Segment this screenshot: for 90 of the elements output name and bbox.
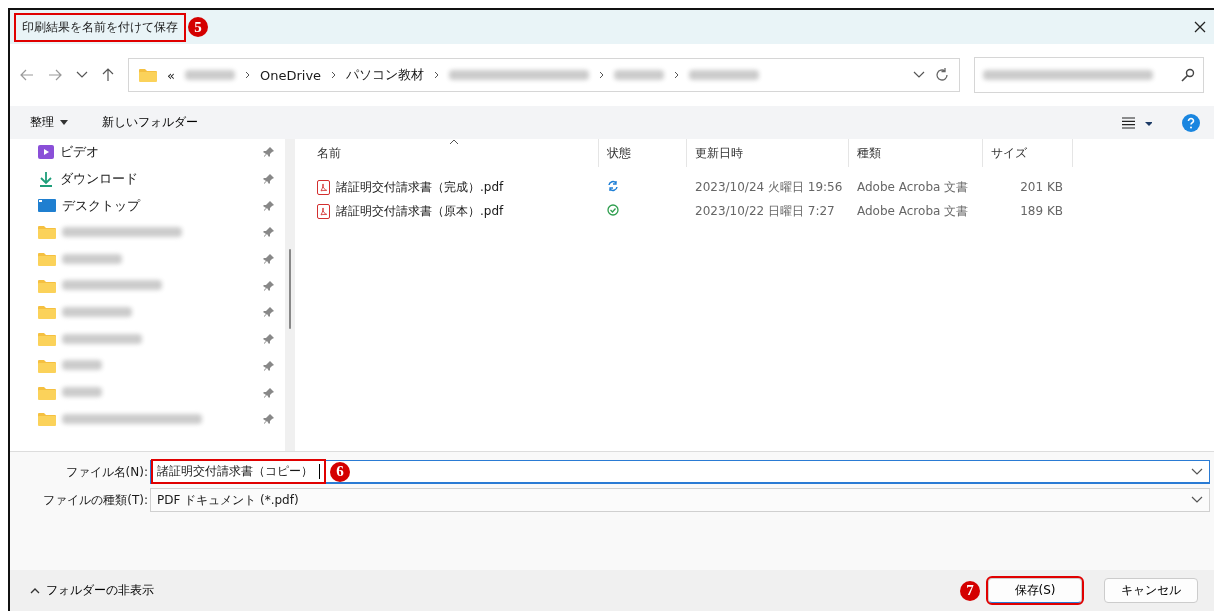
folder-icon <box>38 225 56 240</box>
callout-number: 6 <box>330 461 350 482</box>
desktop-icon <box>38 199 56 213</box>
folder-icon <box>38 278 56 293</box>
check-circle-icon <box>607 203 619 216</box>
organize-menu[interactable]: 整理 <box>28 112 70 133</box>
address-dropdown-icon[interactable] <box>913 71 925 79</box>
breadcrumb-separator-icon <box>331 71 337 79</box>
modified-date: 2023/10/22 日曜日 7:27 <box>694 202 836 220</box>
search-field[interactable] <box>974 57 1204 93</box>
search-icon[interactable] <box>1181 68 1195 82</box>
pdf-file-icon <box>317 203 330 219</box>
dropdown-chevron-icon[interactable] <box>1191 496 1203 504</box>
video-icon <box>38 145 54 160</box>
column-header[interactable]: 状態 <box>599 139 687 167</box>
filetype-dropdown[interactable]: PDF ドキュメント (*.pdf) <box>150 488 1210 512</box>
close-icon[interactable] <box>1194 21 1206 33</box>
dropdown-chevron-icon[interactable] <box>1191 467 1203 476</box>
refresh-icon[interactable] <box>935 68 949 82</box>
view-menu-icon[interactable] <box>1122 116 1152 129</box>
column-header[interactable]: 更新日時 <box>687 139 849 167</box>
sidebar-item[interactable]: デスクトップ <box>62 196 257 215</box>
breadcrumb-item[interactable]: パソコン教材 <box>346 66 425 84</box>
filename-label: ファイル名(N): <box>64 463 149 481</box>
filetype-label: ファイルの種類(T): <box>42 491 149 509</box>
overflow-chevrons[interactable]: « <box>167 67 175 83</box>
folder-icon <box>38 358 56 373</box>
folder-icon <box>139 68 157 82</box>
pin-icon[interactable] <box>263 146 275 159</box>
callout-number: 5 <box>188 17 208 37</box>
pin-icon[interactable] <box>263 226 275 239</box>
breadcrumb-separator-icon <box>244 71 250 79</box>
breadcrumb-separator-icon <box>674 71 680 79</box>
download-icon <box>38 171 54 188</box>
pin-icon[interactable] <box>263 359 275 372</box>
file-type: Adobe Acroba 文書 <box>856 178 970 196</box>
scrollbar[interactable] <box>285 139 295 451</box>
pin-icon[interactable] <box>263 199 275 212</box>
blurred-folder-name <box>62 253 122 264</box>
blurred-breadcrumb <box>614 70 665 80</box>
pin-icon[interactable] <box>263 333 275 346</box>
pdf-file-icon <box>317 179 330 195</box>
up-arrow-icon[interactable] <box>102 68 114 82</box>
breadcrumb-separator-icon <box>599 71 605 79</box>
address-bar[interactable]: « OneDrive パソコン教材 <box>128 58 960 92</box>
caret-icon <box>60 120 68 125</box>
modified-date: 2023/10/24 火曜日 19:56 <box>694 178 844 196</box>
breadcrumb-separator-icon <box>434 71 440 79</box>
file-name[interactable]: 諸証明交付請求書（原本）.pdf <box>336 202 504 220</box>
chevron-up-icon <box>30 587 40 594</box>
column-header[interactable]: サイズ <box>983 139 1073 167</box>
column-header[interactable]: 種類 <box>849 139 983 167</box>
new-folder-button[interactable]: 新しいフォルダー <box>100 112 200 133</box>
breadcrumb-item[interactable]: OneDrive <box>259 67 322 83</box>
file-size: 189 KB <box>1019 204 1064 218</box>
filename-value: 諸証明交付請求書（コピー） <box>153 461 324 482</box>
blurred-breadcrumb <box>689 70 760 80</box>
pin-icon[interactable] <box>263 306 275 319</box>
save-button[interactable]: 保存(S) <box>988 578 1082 603</box>
pin-icon[interactable] <box>263 413 275 426</box>
window-title: 印刷結果を名前を付けて保存 <box>16 14 184 40</box>
blurred-breadcrumb <box>184 70 235 80</box>
pin-icon[interactable] <box>263 386 275 399</box>
callout-number: 7 <box>960 580 980 601</box>
folder-icon <box>38 252 56 267</box>
blurred-folder-name <box>62 387 102 398</box>
filename-field[interactable]: 諸証明交付請求書（コピー） 6 <box>150 460 1210 484</box>
folder-icon <box>38 412 56 427</box>
pin-icon[interactable] <box>263 253 275 266</box>
forward-arrow-icon[interactable] <box>48 69 62 81</box>
sidebar-item[interactable]: ダウンロード <box>60 170 257 189</box>
sort-caret-icon <box>449 139 459 145</box>
column-header[interactable]: 名前 <box>309 139 599 167</box>
file-type: Adobe Acroba 文書 <box>856 202 970 220</box>
sync-icon <box>607 179 619 192</box>
pin-icon[interactable] <box>263 173 275 186</box>
pin-icon[interactable] <box>263 279 275 292</box>
file-size: 201 KB <box>1019 180 1064 194</box>
history-chevron-icon[interactable] <box>76 71 88 79</box>
folder-icon <box>38 332 56 347</box>
cancel-button[interactable]: キャンセル <box>1104 578 1198 603</box>
help-icon[interactable] <box>1182 113 1200 132</box>
blurred-folder-name <box>62 360 102 371</box>
blurred-folder-name <box>62 306 132 317</box>
folder-icon <box>38 305 56 320</box>
sidebar-item[interactable]: ビデオ <box>60 143 257 162</box>
hide-folders-button[interactable]: フォルダーの非表示 <box>24 581 160 600</box>
folder-icon <box>38 385 56 400</box>
back-arrow-icon[interactable] <box>20 69 34 81</box>
file-name[interactable]: 諸証明交付請求書（完成）.pdf <box>336 178 504 196</box>
